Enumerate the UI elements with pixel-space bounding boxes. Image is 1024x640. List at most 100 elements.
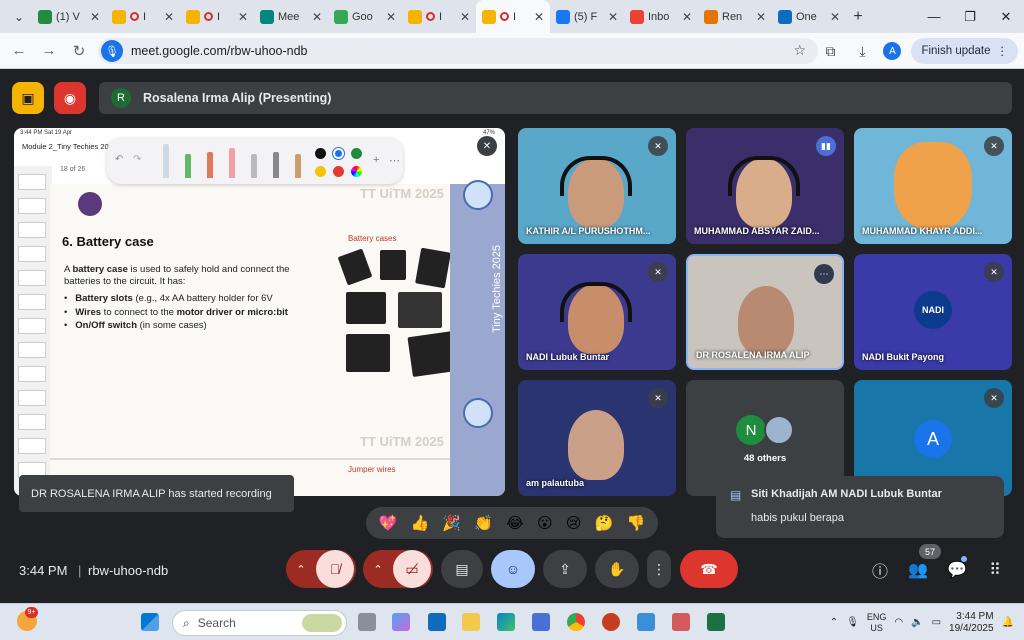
taskbar-search-box[interactable]: ⌕ Search — [172, 610, 347, 636]
pen-tool-icon[interactable] — [163, 144, 169, 178]
reaction-party[interactable]: 🎉 — [442, 514, 461, 532]
tab-close-icon[interactable]: ✕ — [830, 10, 840, 24]
tab-close-icon[interactable]: ✕ — [534, 10, 544, 24]
camera-options-chevron-icon[interactable]: ⌃ — [363, 563, 393, 576]
language-indicator[interactable]: ENG US — [867, 612, 887, 634]
back-arrow-icon[interactable]: ← — [4, 42, 34, 59]
lasso-tool-icon[interactable] — [251, 154, 257, 178]
bookmark-star-icon[interactable]: ☆ — [793, 42, 806, 59]
eraser-tool-icon[interactable] — [229, 148, 235, 178]
forward-arrow-icon[interactable]: → — [34, 42, 64, 59]
tab-close-icon[interactable]: ✕ — [460, 10, 470, 24]
new-tab-plus-icon[interactable]: + — [846, 8, 870, 26]
battery-icon[interactable]: ▭ — [932, 617, 941, 628]
close-window-icon[interactable]: ✕ — [988, 0, 1024, 33]
browser-tab[interactable]: (1) V ✕ — [32, 0, 106, 33]
tab-close-icon[interactable]: ✕ — [608, 10, 618, 24]
tab-close-icon[interactable]: ✕ — [756, 10, 766, 24]
color-red-swatch[interactable] — [333, 166, 344, 177]
tab-search-chevron-icon[interactable]: ⌄ — [6, 4, 32, 30]
present-screen-button[interactable]: ⇪ — [543, 550, 587, 588]
browser-tab[interactable]: I ✕ — [402, 0, 476, 33]
meeting-info-icon[interactable]: ⓘ — [868, 558, 892, 582]
browser-tab[interactable]: I ✕ — [476, 0, 550, 33]
powerpoint-icon[interactable] — [602, 613, 620, 631]
color-yellow-swatch[interactable] — [315, 166, 326, 177]
participant-tile[interactable]: ⋯ DR ROSALENA IRMA ALIP — [686, 254, 844, 370]
chat-popup[interactable]: ▤ Siti Khadijah AM NADI Lubuk Buntar hab… — [716, 476, 1004, 538]
leave-call-button[interactable]: ☎ — [680, 550, 738, 588]
participant-tile[interactable]: ✕ MUHAMMAD KHAYR ADDI... — [854, 128, 1012, 244]
raise-hand-button[interactable]: ✋ — [595, 550, 639, 588]
browser-tab[interactable]: I ✕ — [180, 0, 254, 33]
people-icon[interactable]: 👥 — [906, 558, 930, 582]
copilot-icon[interactable] — [392, 613, 410, 631]
tile-more-options-icon[interactable]: ⋯ — [814, 264, 834, 284]
color-black-swatch[interactable] — [315, 148, 326, 159]
activities-grid-icon[interactable]: ⠿ — [983, 558, 1007, 582]
site-info-mic-icon[interactable]: 🎙 — [101, 40, 123, 62]
taskbar-clock[interactable]: 3:44 PM 19/4/2025 — [949, 611, 994, 635]
browser-tab[interactable]: One ✕ — [772, 0, 846, 33]
tab-close-icon[interactable]: ✕ — [238, 10, 248, 24]
color-picker-swatch[interactable] — [351, 166, 362, 177]
browser-tab[interactable]: Inbo ✕ — [624, 0, 698, 33]
microsoft-store-icon[interactable] — [532, 613, 550, 631]
downloads-icon[interactable]: ⤓ — [851, 43, 873, 60]
add-tool-icon[interactable]: + — [373, 154, 379, 166]
wifi-icon[interactable]: ◠ — [894, 617, 903, 628]
browser-tab[interactable]: I ✕ — [106, 0, 180, 33]
reaction-thumbs-down[interactable]: 👎 — [627, 514, 646, 532]
tab-close-icon[interactable]: ✕ — [90, 10, 100, 24]
file-explorer-icon[interactable] — [462, 613, 480, 631]
minimize-icon[interactable]: — — [916, 0, 952, 33]
participant-tile[interactable]: ✕ am palautuba — [518, 380, 676, 496]
camera-off-button[interactable]: ▭̸ — [393, 550, 431, 588]
tab-close-icon[interactable]: ✕ — [682, 10, 692, 24]
tab-close-icon[interactable]: ✕ — [386, 10, 396, 24]
browser-tab[interactable]: Ren ✕ — [698, 0, 772, 33]
tab-close-icon[interactable]: ✕ — [312, 10, 322, 24]
tab-close-icon[interactable]: ✕ — [164, 10, 174, 24]
tray-chevron-icon[interactable]: ⌃ — [830, 617, 838, 628]
emoji-reactions-button[interactable]: ☺ — [491, 550, 535, 588]
reaction-thinking[interactable]: 🤔 — [595, 514, 614, 532]
recording-icon[interactable]: ◉ — [54, 82, 86, 114]
edge-icon[interactable] — [497, 613, 515, 631]
reload-icon[interactable]: ↻ — [64, 42, 94, 60]
notifications-bell-icon[interactable]: 🔔 — [1002, 617, 1014, 628]
notepad-icon[interactable] — [637, 613, 655, 631]
participant-tile[interactable]: ✕ KATHIR A/L PURUSHOTHM... — [518, 128, 676, 244]
presentation-off-icon[interactable]: ▣ — [12, 82, 44, 114]
participant-tile[interactable]: NADI ✕ NADI Bukit Payong — [854, 254, 1012, 370]
color-green-swatch[interactable] — [351, 148, 362, 159]
extensions-puzzle-icon[interactable]: ⧉ — [819, 43, 841, 60]
redo-icon[interactable]: ↷ — [133, 154, 141, 165]
profile-avatar[interactable]: A — [883, 42, 902, 60]
more-tools-icon[interactable]: ⋯ — [389, 154, 400, 167]
reaction-thumbs-up[interactable]: 👍 — [411, 514, 430, 532]
reaction-laugh[interactable]: 😂 — [506, 514, 524, 532]
snipping-tool-icon[interactable] — [672, 613, 690, 631]
reaction-clap[interactable]: 👏 — [474, 514, 493, 532]
more-options-button[interactable]: ⋮ — [647, 550, 671, 588]
url-text[interactable]: meet.google.com/rbw-uhoo-ndb — [131, 44, 308, 58]
chrome-icon[interactable] — [567, 613, 585, 631]
tray-mic-icon[interactable]: 🎙 — [846, 617, 859, 628]
participant-tile[interactable]: ▮▮ MUHAMMAD ABSYAR ZAID... — [686, 128, 844, 244]
task-view-icon[interactable] — [358, 613, 376, 631]
browser-tab[interactable]: (5) F ✕ — [550, 0, 624, 33]
finish-update-button[interactable]: Finish update ⋮ — [911, 38, 1018, 64]
captions-button[interactable]: ▤ — [441, 550, 483, 588]
outlook-icon[interactable] — [428, 613, 446, 631]
reaction-surprised[interactable]: 😮 — [537, 514, 553, 532]
undo-icon[interactable]: ↶ — [115, 154, 123, 165]
mic-options-chevron-icon[interactable]: ⌃ — [286, 563, 316, 576]
volume-icon[interactable]: 🔈 — [911, 617, 923, 628]
participant-tile[interactable]: ✕ NADI Lubuk Buntar — [518, 254, 676, 370]
ruler-tool-icon[interactable] — [273, 152, 279, 178]
browser-tab[interactable]: Goo ✕ — [328, 0, 402, 33]
pencil-tool-icon[interactable] — [207, 152, 213, 178]
excel-icon[interactable] — [707, 613, 725, 631]
color-blue-swatch[interactable] — [333, 148, 344, 159]
